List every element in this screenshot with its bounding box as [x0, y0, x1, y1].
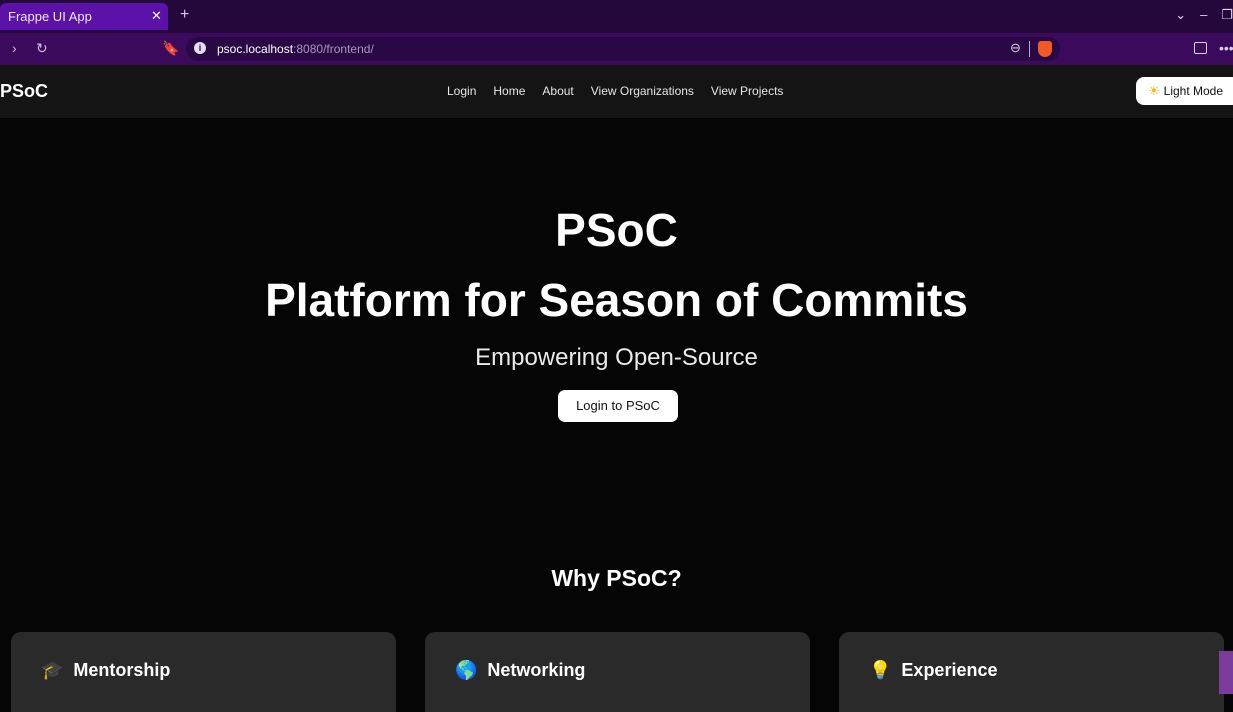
url-host: psoc.localhost: [217, 42, 294, 56]
tab-close-icon[interactable]: ✕: [151, 8, 162, 24]
overlay-thumbnail: [1219, 651, 1233, 694]
nav-home[interactable]: Home: [493, 84, 525, 98]
tab-list-chevron-icon[interactable]: ⌄: [1175, 7, 1186, 23]
reload-icon[interactable]: ↻: [36, 40, 48, 57]
why-heading: Why PSoC?: [551, 565, 682, 591]
feature-card-mentorship: 🎓 Mentorship: [11, 632, 396, 712]
tab-title: Frappe UI App: [8, 9, 92, 24]
hero-title: PSoC: [555, 204, 678, 256]
brand-logo[interactable]: PSoC: [0, 81, 48, 102]
browser-tab-active[interactable]: Frappe UI App ✕: [0, 3, 168, 30]
new-tab-button[interactable]: +: [180, 6, 189, 24]
bookmark-icon[interactable]: 🔖: [162, 40, 179, 57]
lightbulb-icon: 💡: [869, 660, 892, 680]
browser-toolbar: › ↻ 🔖 i psoc.localhost:8080/frontend/ ⊖ …: [0, 33, 1233, 65]
feature-card-networking: 🌎 Networking: [425, 632, 810, 712]
zoom-icon[interactable]: ⊖: [1010, 40, 1021, 56]
sun-icon: ☀: [1148, 83, 1160, 98]
nav-login[interactable]: Login: [447, 84, 476, 98]
hero-tagline: Empowering Open-Source: [475, 344, 758, 371]
restore-icon[interactable]: ❐: [1221, 7, 1233, 23]
hero-section: PSoC Platform for Season of Commits Empo…: [0, 118, 1233, 712]
menu-icon[interactable]: •••: [1219, 40, 1233, 56]
nav-view-organizations[interactable]: View Organizations: [591, 84, 694, 98]
card-title: Experience: [901, 660, 998, 680]
url-divider: [1029, 41, 1030, 57]
url-path: :8080/frontend/: [293, 42, 374, 56]
nav-view-projects[interactable]: View Projects: [711, 84, 783, 98]
address-bar[interactable]: i psoc.localhost:8080/frontend/ ⊖: [186, 37, 1060, 61]
globe-icon: 🌎: [455, 660, 478, 680]
site-info-icon[interactable]: i: [194, 42, 206, 54]
graduation-cap-icon: 🎓: [41, 660, 64, 680]
light-mode-button[interactable]: ☀ Light Mode: [1136, 77, 1233, 105]
window-controls: ⌄ – ❐: [1175, 7, 1233, 23]
forward-icon[interactable]: ›: [12, 40, 17, 56]
card-title: Networking: [487, 660, 586, 680]
light-mode-label: Light Mode: [1163, 84, 1224, 98]
login-to-psoc-button[interactable]: Login to PSoC: [558, 390, 678, 422]
site-header: PSoC Login Home About View Organizations…: [0, 65, 1233, 118]
minimize-icon[interactable]: –: [1200, 7, 1207, 23]
sidebar-toggle-icon[interactable]: [1194, 42, 1207, 54]
url-text[interactable]: psoc.localhost:8080/frontend/: [217, 42, 374, 56]
brave-shield-icon[interactable]: [1038, 41, 1052, 57]
nav-about[interactable]: About: [542, 84, 573, 98]
feature-card-experience: 💡 Experience: [839, 632, 1224, 712]
browser-tabbar: Frappe UI App ✕ + ⌄ – ❐: [0, 0, 1233, 33]
hero-subtitle: Platform for Season of Commits: [265, 274, 968, 326]
card-title: Mentorship: [73, 660, 171, 680]
main-nav: Login Home About View Organizations View…: [447, 84, 783, 98]
